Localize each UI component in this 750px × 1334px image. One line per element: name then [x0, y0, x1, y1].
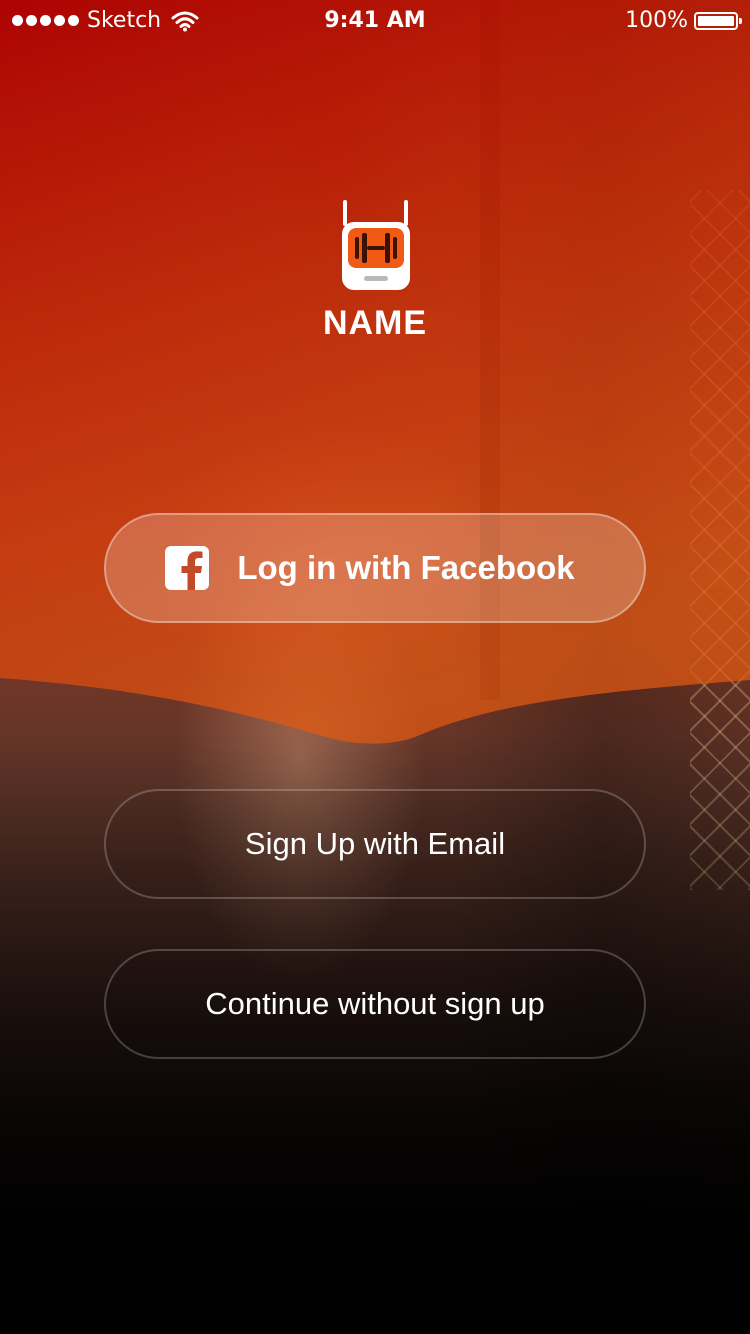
status-bar: Sketch 9:41 AM 100%: [0, 0, 750, 40]
battery-percent: 100%: [625, 8, 688, 33]
facebook-login-button[interactable]: Log in with Facebook: [104, 513, 646, 623]
continue-without-signup-button[interactable]: Continue without sign up: [104, 949, 646, 1059]
login-screen: Sketch 9:41 AM 100% NAME Log in with Fac…: [0, 0, 750, 1334]
signup-email-button[interactable]: Sign Up with Email: [104, 789, 646, 899]
facebook-icon: [165, 546, 210, 590]
signup-email-label: Sign Up with Email: [244, 826, 506, 861]
status-right: 100%: [625, 8, 742, 33]
app-name: NAME: [322, 304, 428, 342]
dumbbell-radio-icon: [342, 200, 410, 290]
facebook-login-label: Log in with Facebook: [237, 549, 575, 586]
battery-icon: [694, 11, 742, 30]
continue-without-signup-label: Continue without sign up: [205, 986, 545, 1021]
